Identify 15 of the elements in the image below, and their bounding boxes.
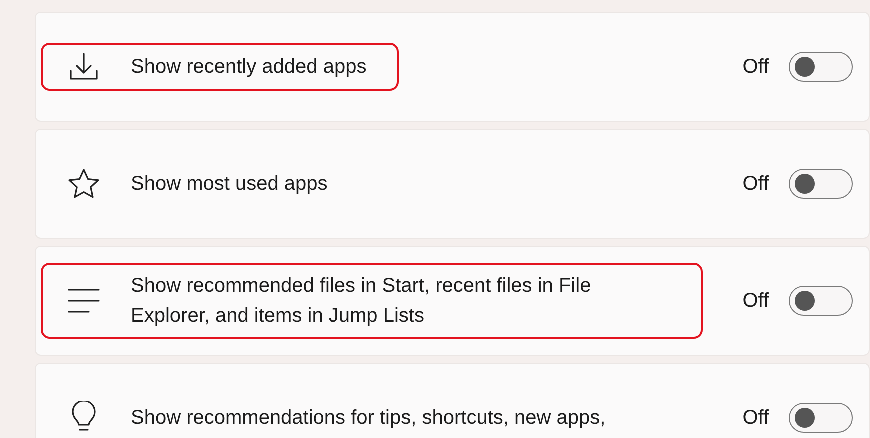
- setting-label: Show recommendations for tips, shortcuts, new apps,: [131, 406, 606, 431]
- download-icon: [68, 51, 100, 83]
- lines-icon: [67, 288, 101, 314]
- toggle-switch[interactable]: [789, 169, 853, 199]
- toggle-state-text: Off: [742, 172, 769, 197]
- setting-label: Show most used apps: [131, 172, 328, 197]
- setting-label: Show recommended files in Start, recent files in File Explorer, and items in Jump Lists: [131, 274, 592, 329]
- toggle-state-text: Off: [742, 55, 769, 80]
- toggle-switch[interactable]: [789, 403, 853, 433]
- toggle-switch[interactable]: [789, 286, 853, 316]
- toggle-switch[interactable]: [789, 52, 853, 82]
- toggle-state-text: Off: [742, 406, 769, 431]
- toggle-state-text: Off: [742, 289, 769, 314]
- setting-label: Show recently added apps: [131, 55, 367, 80]
- star-icon: [67, 168, 101, 200]
